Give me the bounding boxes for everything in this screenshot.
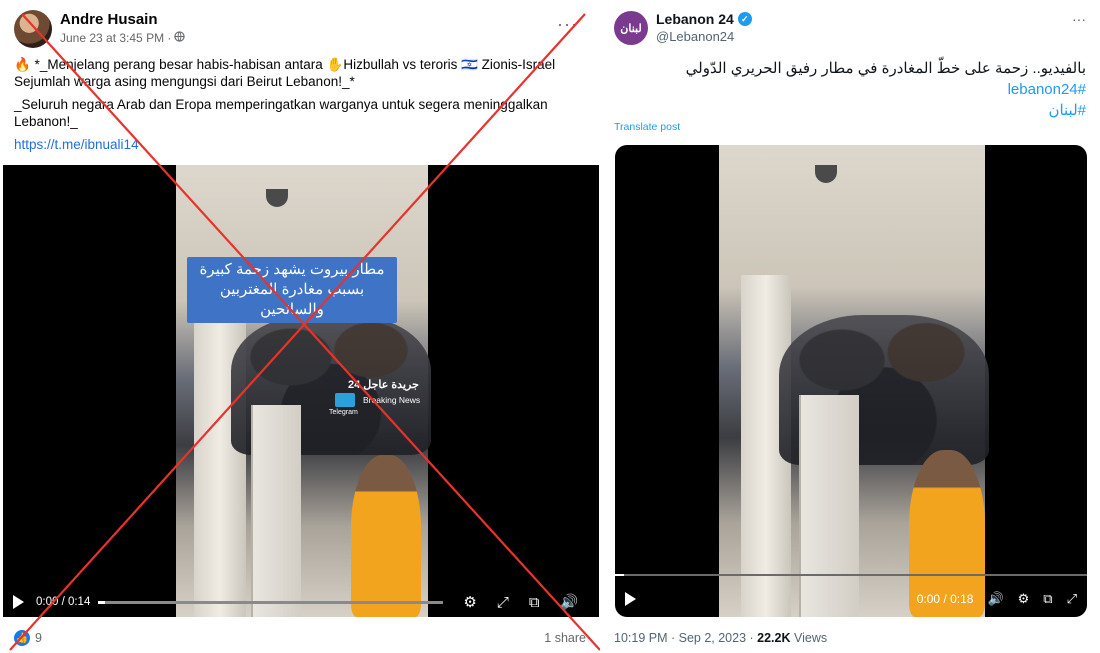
globe-icon	[174, 31, 186, 45]
hashtag-lebanon24[interactable]: #lebanon24	[626, 79, 1086, 100]
more-options-icon[interactable]: ···	[557, 14, 578, 35]
facebook-post: Andre Husain June 23 at 3:45 PM · ··· 🔥 …	[0, 0, 600, 653]
play-icon[interactable]	[13, 595, 24, 609]
post-paragraph-1: 🔥 *_Menjelang perang besar habis-habisan…	[14, 57, 556, 89]
tweet-text: بالفيديو.. زحمة على خطّ المغادرة في مطار…	[626, 58, 1086, 121]
telegram-icon	[335, 393, 355, 407]
author-avatar[interactable]	[14, 10, 52, 48]
account-name-row: Lebanon 24 ✓	[656, 11, 752, 27]
telegram-label: Telegram	[329, 409, 358, 416]
video-progress-bar[interactable]	[615, 574, 1087, 576]
share-count[interactable]: 1 share	[544, 631, 586, 645]
verified-badge-icon: ✓	[737, 12, 752, 26]
video-time: 0:00 / 0:14	[36, 596, 91, 608]
account-name[interactable]: Lebanon 24	[656, 11, 734, 27]
tweet-timestamp[interactable]: 10:19 PM · Sep 2, 2023 ·	[614, 631, 757, 645]
like-count[interactable]: 9	[35, 631, 42, 645]
video-progress-fill	[615, 574, 625, 576]
video-time: 0:00 / 0:18	[916, 592, 974, 606]
play-icon[interactable]	[625, 592, 636, 606]
video-caption-overlay: مطار بيروت يشهد زحمة كبيرة بسبب مغادرة ا…	[187, 257, 397, 323]
telegram-link[interactable]: https://t.me/ibnuali14	[14, 137, 139, 152]
views-count: 22.2K	[757, 631, 791, 645]
settings-icon[interactable]: ⚙	[1018, 591, 1030, 607]
pip-icon[interactable]: ⧉	[529, 594, 540, 611]
tweet-body: بالفيديو.. زحمة على خطّ المغادرة في مطار…	[685, 60, 1086, 77]
translate-post-link[interactable]: Translate post	[614, 121, 680, 133]
channel-watermark: جريدة عاجل 24	[348, 379, 419, 391]
hashtag-lebanon-arabic[interactable]: #لبنان	[626, 100, 1086, 121]
video-player[interactable]: مطار بيروت يشهد زحمة كبيرة بسبب مغادرة ا…	[3, 165, 599, 617]
video-player[interactable]	[615, 145, 1087, 617]
post-timestamp[interactable]: June 23 at 3:45 PM ·	[60, 31, 171, 45]
account-avatar[interactable]: لبنان	[614, 11, 648, 45]
tweet-footer: 10:19 PM · Sep 2, 2023 · 22.2K Views	[614, 631, 827, 645]
volume-icon[interactable]: 🔊	[987, 591, 1003, 607]
views-label: Views	[790, 631, 828, 645]
post-paragraph-2: _Seluruh negara Arab dan Eropa mempering…	[14, 97, 548, 129]
post-meta: June 23 at 3:45 PM ·	[60, 31, 186, 45]
video-controls: 0:00 / 0:14 ⚙ ⤢ ⧉ 🔊	[3, 588, 599, 616]
watermark-subtitle: Breaking News	[363, 395, 421, 405]
video-controls: 0:00 / 0:18 🔊 ⚙ ⧉ ⤢	[615, 585, 1087, 613]
video-frame	[719, 145, 989, 617]
gear-icon[interactable]: ⚙	[463, 593, 476, 611]
video-progress-fill	[98, 600, 106, 604]
post-text: 🔥 *_Menjelang perang besar habis-habisan…	[14, 56, 574, 159]
account-handle[interactable]: @Lebanon24	[656, 29, 734, 44]
video-progress-bar[interactable]	[98, 600, 444, 604]
author-name[interactable]: Andre Husain	[60, 11, 158, 28]
pip-icon[interactable]: ⧉	[1043, 591, 1052, 607]
more-options-icon[interactable]: ···	[1072, 11, 1086, 27]
post-footer: 👍 9 1 share	[14, 630, 586, 646]
x-post: لبنان Lebanon 24 ✓ @Lebanon24 ··· بالفيد…	[600, 0, 1100, 653]
volume-icon[interactable]: 🔊	[560, 593, 579, 611]
fullscreen-icon[interactable]: ⤢	[1067, 591, 1077, 607]
video-frame	[176, 165, 431, 617]
expand-icon[interactable]: ⤢	[497, 594, 509, 611]
like-icon[interactable]: 👍	[14, 630, 30, 646]
